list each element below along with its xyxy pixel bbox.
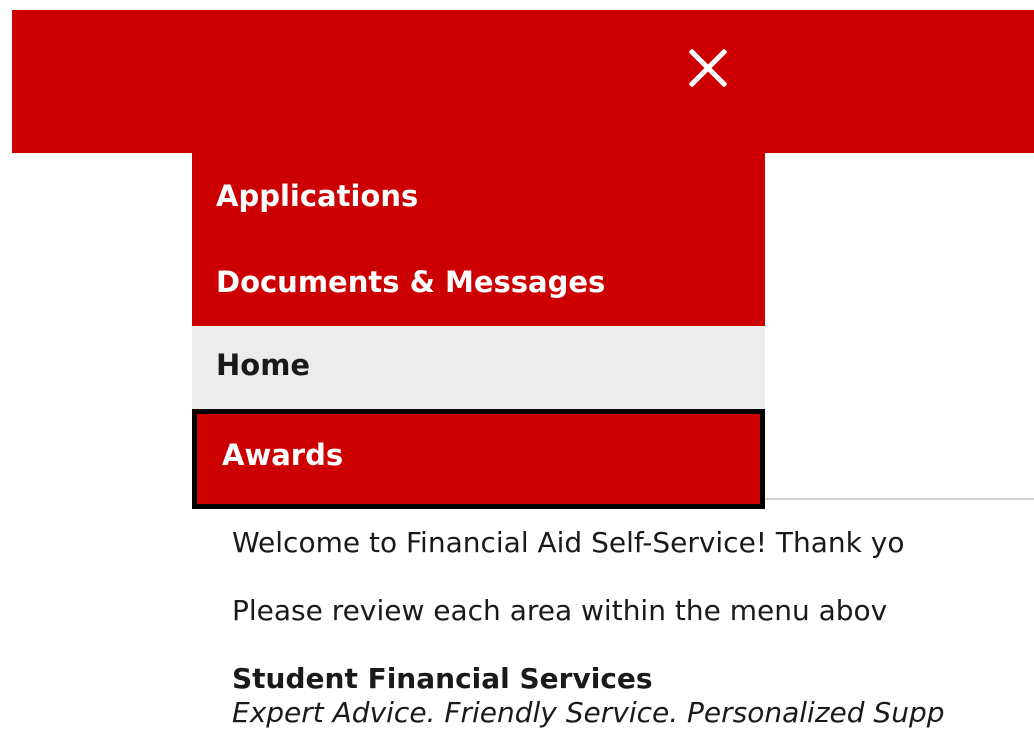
nav-item-label: Applications xyxy=(216,178,419,213)
sfs-tagline: Expert Advice. Friendly Service. Persona… xyxy=(232,696,945,729)
nav-item-label: Home xyxy=(216,347,311,382)
divider xyxy=(765,498,1034,500)
nav-item-label: Documents & Messages xyxy=(216,265,606,299)
nav-item-awards[interactable]: Awards xyxy=(192,409,765,509)
main-content: Welcome to Financial Aid Self-Service! T… xyxy=(232,526,1034,730)
page: Applications Documents & Messages Home A… xyxy=(0,0,1034,756)
nav-menu: Applications Documents & Messages Home A… xyxy=(192,153,765,509)
review-text: Please review each area within the menu … xyxy=(232,594,888,627)
top-bar xyxy=(12,10,1034,153)
nav-item-home[interactable]: Home xyxy=(192,326,765,409)
close-icon xyxy=(689,49,727,87)
welcome-text: Welcome to Financial Aid Self-Service! T… xyxy=(232,526,905,559)
nav-item-applications[interactable]: Applications xyxy=(192,153,765,238)
sfs-title: Student Financial Services xyxy=(232,662,653,695)
nav-item-label: Awards xyxy=(222,438,344,472)
nav-item-documents-messages[interactable]: Documents & Messages xyxy=(192,238,765,326)
close-menu-button[interactable] xyxy=(678,38,738,98)
